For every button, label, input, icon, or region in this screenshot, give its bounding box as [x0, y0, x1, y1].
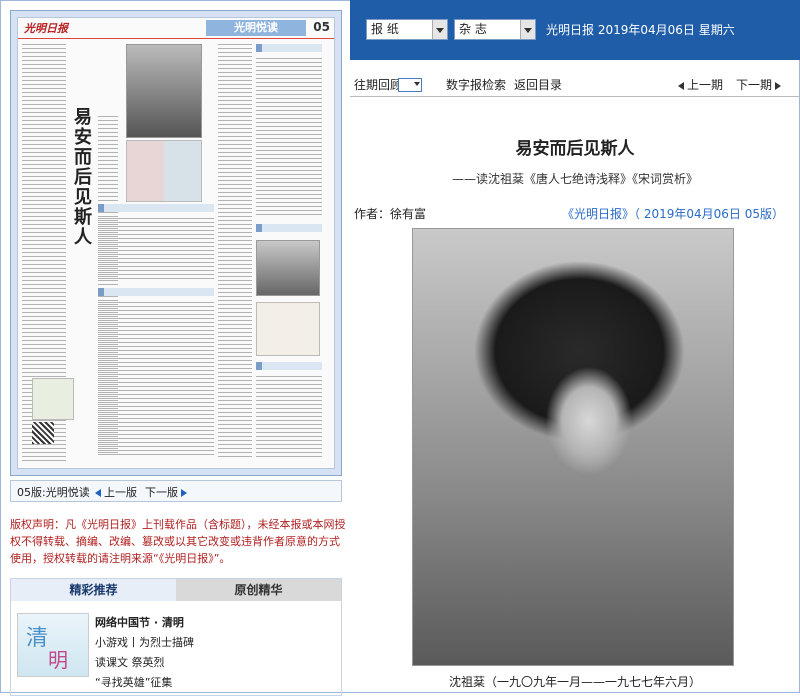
edition-label[interactable]: 05版:光明悦读 — [17, 484, 90, 500]
thumbnail-text: 清 — [26, 626, 49, 651]
paper-select[interactable]: 报 纸 — [366, 19, 448, 40]
period-review-label: 往期回顾 — [354, 78, 403, 92]
tab-featured[interactable]: 精彩推荐 — [11, 579, 176, 601]
next-edition-link[interactable]: 下一版 — [145, 484, 187, 500]
digital-search-link[interactable]: 数字报检索 — [446, 76, 506, 93]
chevron-down-icon — [520, 20, 535, 39]
masthead-logo: 光明日报 — [24, 22, 68, 35]
couple-photo-thumbnail[interactable] — [256, 240, 320, 296]
edition-nav-bar: 05版:光明悦读 上一版 下一版 — [10, 480, 342, 502]
divider — [350, 96, 800, 97]
article-photo — [412, 228, 734, 666]
thumbnail-text: 明 — [48, 648, 68, 672]
right-column: 报 纸 杂 志 光明日报 2019年04月06日 星期六 往期回顾 数字报检索 … — [350, 0, 800, 693]
prev-issue-link[interactable]: 上一期 — [678, 76, 723, 93]
right-arrow-icon — [181, 489, 187, 497]
recommend-tabs: 精彩推荐 原创精华 — [11, 579, 341, 601]
portrait-thumbnail[interactable] — [126, 44, 202, 138]
issue-date: 光明日报 2019年04月06日 星期六 — [546, 23, 735, 37]
ad-thumbnail — [32, 378, 74, 420]
newspaper-page-thumbnail[interactable]: 光明日报 光明悦读 05 易安而后见斯人 — [10, 10, 342, 476]
article-title: 易安而后见斯人 — [515, 139, 635, 159]
qingming-thumbnail[interactable]: 清 明 — [17, 613, 89, 677]
article-subtitle: ——读沈祖棻《唐人七绝诗浅释》《宋词赏析》 — [451, 172, 698, 186]
article-subhead[interactable] — [256, 224, 322, 232]
magazine-select-value: 杂 志 — [459, 22, 487, 36]
prev-edition-link[interactable]: 上一版 — [95, 484, 137, 500]
masthead: 光明日报 光明悦读 05 — [18, 18, 334, 39]
article-subhead[interactable] — [98, 204, 214, 212]
period-select[interactable] — [398, 78, 422, 92]
chevron-down-icon — [432, 20, 447, 39]
next-issue-link[interactable]: 下一期 — [736, 76, 782, 93]
text-column[interactable] — [256, 376, 322, 458]
section-banner: 光明悦读 — [206, 20, 306, 36]
article-author: 作者：徐有富 — [354, 207, 427, 221]
article-subhead[interactable] — [98, 288, 214, 296]
artwork-thumbnail[interactable] — [256, 302, 320, 356]
paper-select-value: 报 纸 — [371, 22, 399, 36]
text-column[interactable] — [256, 58, 322, 218]
qr-code-icon — [32, 422, 54, 444]
right-arrow-icon — [775, 82, 782, 90]
text-column[interactable] — [98, 302, 214, 458]
recommend-panel: 精彩推荐 原创精华 清 明 网络中国节 · 清明 小游戏丨为烈士描碑 读课文 祭… — [10, 578, 342, 696]
page-number: 05 — [313, 20, 330, 34]
text-column[interactable] — [218, 44, 252, 458]
copyright-notice: 版权声明：凡《光明日报》上刊载作品（含标题），未经本报或本网授权不得转载、摘编、… — [10, 518, 346, 565]
magazine-select[interactable]: 杂 志 — [454, 19, 536, 40]
left-arrow-icon — [678, 82, 684, 90]
photo-caption: 沈祖棻（一九〇九年一月——一九七七年六月） — [448, 675, 701, 689]
list-item[interactable]: 读课文 祭英烈 — [95, 653, 194, 673]
list-item[interactable]: 小游戏丨为烈士描碑 — [95, 633, 194, 653]
left-arrow-icon — [95, 489, 101, 497]
tab-original[interactable]: 原创精华 — [176, 579, 341, 601]
book-covers-thumbnail[interactable] — [126, 140, 202, 202]
text-column[interactable] — [98, 218, 214, 282]
left-column: 光明日报 光明悦读 05 易安而后见斯人 05版:光明悦读 上一版 下一版 版权… — [4, 4, 348, 696]
newspaper-page-inner: 光明日报 光明悦读 05 易安而后见斯人 — [17, 17, 335, 469]
page-headline[interactable]: 易安而后见斯人 — [74, 108, 94, 248]
list-item[interactable]: “寻找英雄”征集 — [95, 673, 194, 693]
article-subhead[interactable] — [256, 362, 322, 370]
article-source[interactable]: 《光明日报》（ 2019年04月06日 05版） — [562, 205, 784, 222]
article-subhead[interactable] — [256, 44, 322, 52]
back-to-index-link[interactable]: 返回目录 — [514, 76, 562, 93]
list-item[interactable]: 网络中国节 · 清明 — [95, 613, 194, 633]
recommend-list: 网络中国节 · 清明 小游戏丨为烈士描碑 读课文 祭英烈 “寻找英雄”征集 — [95, 613, 194, 693]
top-bar: 报 纸 杂 志 光明日报 2019年04月06日 星期六 — [350, 0, 800, 60]
